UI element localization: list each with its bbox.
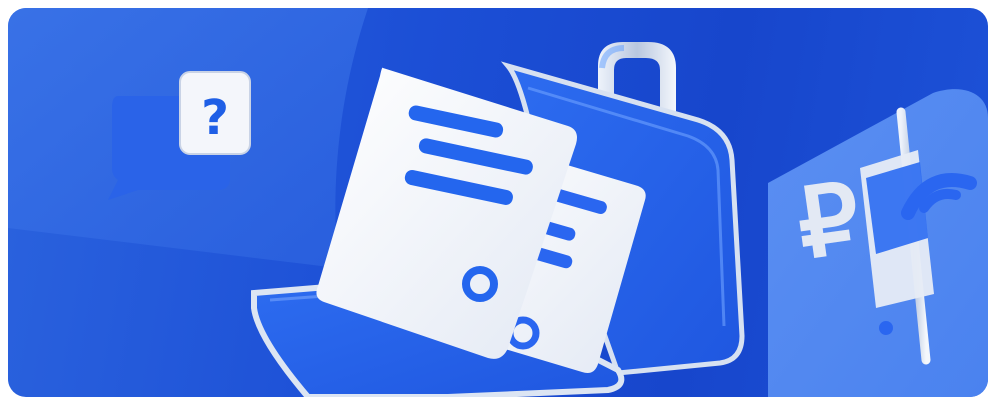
question-glyph: ? [201,90,229,146]
banner-illustration: ? ₽ [8,8,988,397]
decorative-dot [879,321,893,335]
promo-banner: ? ₽ [8,8,988,397]
